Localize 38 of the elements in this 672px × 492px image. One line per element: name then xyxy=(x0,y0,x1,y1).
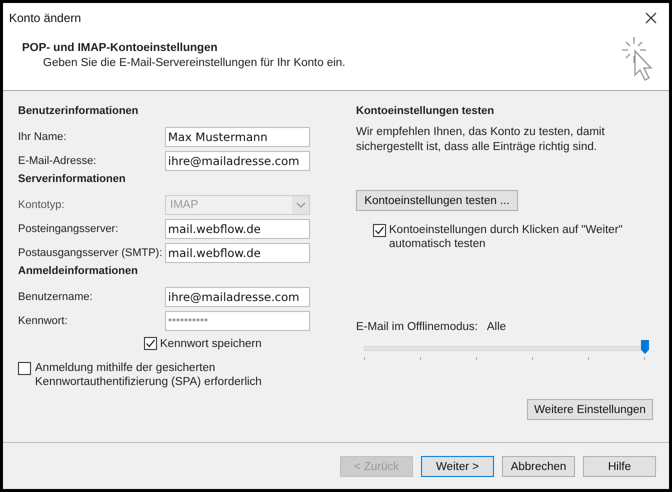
close-icon[interactable] xyxy=(645,12,657,24)
input-field[interactable]: ihre@mailadresse.com xyxy=(165,287,310,307)
slider-thumb[interactable] xyxy=(641,340,649,354)
checkbox-label: Anmeldung mithilfe der gesicherten Kennwortauthentifizierung (SPA) erforderlich xyxy=(35,361,263,389)
input-field[interactable]: mail.webflow.de xyxy=(165,243,310,263)
input-field[interactable]: ihre@mailadresse.com xyxy=(165,151,310,171)
slider-value: Alle xyxy=(486,321,506,333)
field-label: Ihr Name: xyxy=(18,131,68,143)
page-subtitle: Geben Sie die E-Mail-Servereinstellungen für Ihr Konto ein. xyxy=(43,57,346,69)
field-label: Posteingangsserver: xyxy=(18,223,120,235)
test-settings-button[interactable]: Kontoeinstellungen testen ... xyxy=(356,190,518,211)
section-heading: Kontoeinstellungen testen xyxy=(356,105,496,119)
input-field[interactable]: mail.webflow.de xyxy=(165,219,310,239)
checkbox[interactable] xyxy=(373,224,386,237)
checkbox[interactable] xyxy=(144,337,157,350)
chevron-down-icon xyxy=(292,196,309,214)
field-label: Kontotyp: xyxy=(18,199,66,211)
window-title: Konto ändern xyxy=(9,11,82,25)
description-text: Wir empfehlen Ihnen, das Konto zu testen, damit sichergestellt ist, dass alle Einträge richtig sind. xyxy=(356,125,606,155)
more-settings-button[interactable]: Weitere Einstellungen xyxy=(527,399,653,420)
section-heading: Benutzerinformationen xyxy=(18,105,140,119)
dialog-button[interactable]: Weiter > xyxy=(421,456,494,477)
account-type-dropdown: IMAP xyxy=(165,195,310,215)
password-field[interactable]: ********** xyxy=(165,311,310,331)
field-label: Kennwort: xyxy=(18,315,69,327)
input-field[interactable]: Max Mustermann xyxy=(165,127,310,147)
section-heading: Anmeldeinformationen xyxy=(18,265,139,279)
checkbox[interactable] xyxy=(18,362,31,375)
dialog-button[interactable]: Hilfe xyxy=(583,456,656,477)
dialog-button[interactable]: Abbrechen xyxy=(502,456,575,477)
slider-label: E-Mail im Offlinemodus: xyxy=(356,321,478,333)
field-label: Benutzername: xyxy=(18,291,94,303)
checkbox-label: Kennwort speichern xyxy=(160,338,262,350)
field-label: E-Mail-Adresse: xyxy=(18,155,98,167)
section-heading: Serverinformationen xyxy=(18,173,127,187)
checkbox-label: Kontoeinstellungen durch Klicken auf "Weiter" automatisch testen xyxy=(389,223,624,251)
field-label: Postausgangsserver (SMTP): xyxy=(18,247,164,259)
page-heading: POP- und IMAP-Kontoeinstellungen xyxy=(22,42,218,54)
